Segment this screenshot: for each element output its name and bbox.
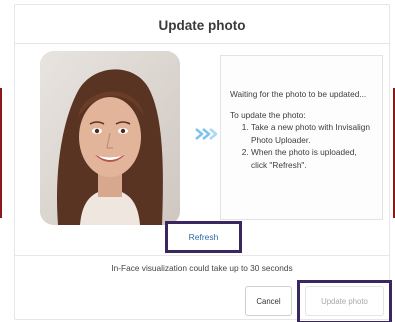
visualization-hint: In-Face visualization could take up to 3…	[111, 263, 293, 273]
instructions-panel: Waiting for the photo to be updated... T…	[220, 55, 383, 220]
instructions-heading: To update the photo:	[230, 109, 306, 120]
background-edge-left	[0, 88, 2, 218]
patient-photo	[40, 51, 180, 225]
update-photo-dialog: Update photo Waiting for the photo to be…	[14, 4, 392, 322]
title-divider	[15, 43, 389, 44]
instruction-step: When the photo is uploaded, click "Refre…	[251, 146, 374, 171]
double-chevron-right-icon	[194, 127, 218, 141]
cancel-button[interactable]: Cancel	[245, 286, 292, 316]
dialog-title: Update photo	[158, 18, 246, 33]
update-photo-button[interactable]: Update photo	[305, 286, 384, 316]
status-text: Waiting for the photo to be updated...	[230, 89, 367, 99]
page: Update photo Waiting for the photo to be…	[0, 0, 395, 322]
refresh-link[interactable]: Refresh	[165, 221, 242, 253]
footer-divider	[15, 255, 389, 256]
instructions-list: Take a new photo with Invisalign Photo U…	[230, 121, 374, 171]
instruction-step: Take a new photo with Invisalign Photo U…	[251, 121, 374, 146]
